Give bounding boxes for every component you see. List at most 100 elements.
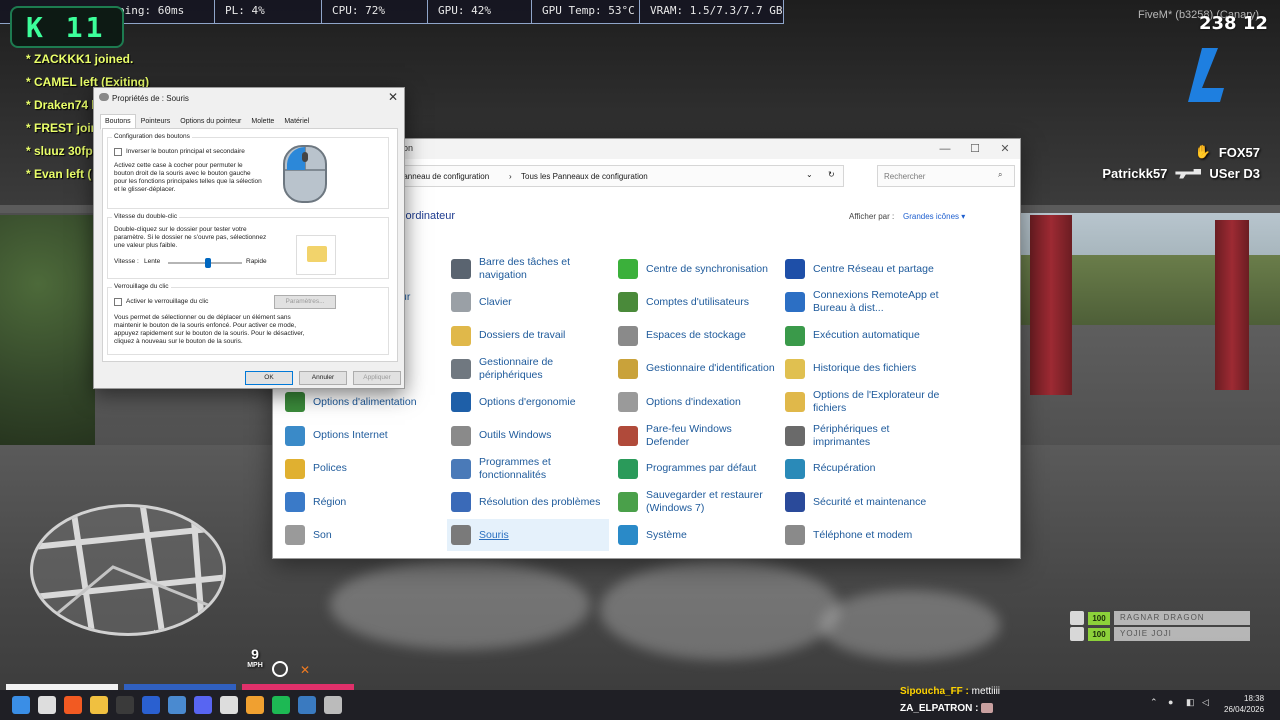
click-lock-checkbox[interactable] bbox=[114, 298, 122, 306]
cp-item-label[interactable]: Espaces de stockage bbox=[646, 329, 746, 342]
brave-icon[interactable] bbox=[64, 696, 82, 714]
cp-item-label[interactable]: Sauvegarder et restaurer (Windows 7) bbox=[646, 489, 776, 515]
cp-item-storage[interactable]: Espaces de stockage bbox=[614, 320, 776, 352]
breadcrumb-all-items[interactable]: Tous les Panneaux de configuration bbox=[521, 172, 648, 181]
search-icon[interactable]: ⌕ bbox=[998, 170, 1002, 180]
cp-item-label[interactable]: Historique des fichiers bbox=[813, 362, 916, 375]
cp-item-label[interactable]: Exécution automatique bbox=[813, 329, 920, 342]
cp-item-label[interactable]: Téléphone et modem bbox=[813, 529, 912, 542]
slider-thumb[interactable] bbox=[205, 258, 212, 268]
cp-item-users[interactable]: Comptes d'utilisateurs bbox=[614, 286, 776, 318]
double-click-speed-slider[interactable] bbox=[168, 258, 242, 268]
terminal-icon[interactable] bbox=[116, 696, 134, 714]
cp-item-label[interactable]: Centre Réseau et partage bbox=[813, 263, 934, 276]
chevron-up-icon[interactable]: ⌃ bbox=[1150, 697, 1158, 708]
cp-item-indexing[interactable]: Options d'indexation bbox=[614, 386, 776, 418]
cp-item-label[interactable]: Pare-feu Windows Defender bbox=[646, 423, 776, 449]
cp-item-label[interactable]: Résolution des problèmes bbox=[479, 496, 600, 509]
cp-item-fonts[interactable]: Polices bbox=[281, 453, 443, 485]
cp-item-mouse[interactable]: Souris bbox=[447, 519, 609, 552]
mouse-properties-dialog[interactable]: Propriétés de : Souris ✕ Boutons Pointeu… bbox=[93, 87, 405, 389]
remote-icon[interactable] bbox=[298, 696, 316, 714]
cancel-button[interactable]: Annuler bbox=[299, 371, 347, 385]
cp-item-label[interactable]: Polices bbox=[313, 462, 347, 475]
cp-item-label[interactable]: Outils Windows bbox=[479, 429, 551, 442]
cp-item-label[interactable]: Centre de synchronisation bbox=[646, 263, 768, 276]
settings-button[interactable]: Paramètres... bbox=[274, 295, 336, 309]
cp-item-tools[interactable]: Outils Windows bbox=[447, 420, 609, 452]
address-bar[interactable]: Panneau de configuration › Tous les Pann… bbox=[391, 165, 844, 187]
cp-item-sync[interactable]: Centre de synchronisation bbox=[614, 253, 776, 285]
cp-item-label[interactable]: Programmes et fonctionnalités bbox=[479, 456, 609, 482]
minimize-button[interactable]: — bbox=[933, 141, 957, 157]
cp-item-keyboard[interactable]: Clavier bbox=[447, 286, 609, 318]
cp-item-explorer-options[interactable]: Options de l'Explorateur de fichiers bbox=[781, 386, 943, 418]
cp-item-backup[interactable]: Sauvegarder et restaurer (Windows 7) bbox=[614, 486, 776, 518]
settings-icon[interactable] bbox=[220, 696, 238, 714]
cp-item-label[interactable]: Programmes par défaut bbox=[646, 462, 756, 475]
view-by-dropdown[interactable]: Grandes icônes ▾ bbox=[903, 212, 965, 221]
test-folder-icon[interactable] bbox=[296, 235, 336, 275]
close-button[interactable]: ✕ bbox=[993, 141, 1017, 157]
cp-item-workfolders[interactable]: Dossiers de travail bbox=[447, 320, 609, 352]
cp-item-region[interactable]: Région bbox=[281, 486, 443, 518]
swap-buttons-checkbox[interactable] bbox=[114, 148, 122, 156]
microphone-icon[interactable]: ● bbox=[1168, 697, 1173, 707]
cp-item-security[interactable]: Sécurité et maintenance bbox=[781, 486, 943, 518]
cp-item-filehistory[interactable]: Historique des fichiers bbox=[781, 353, 943, 385]
cp-item-label[interactable]: Périphériques et imprimantes bbox=[813, 423, 943, 449]
cp-item-label[interactable]: Clavier bbox=[479, 296, 512, 309]
cp-item-autoplay[interactable]: Exécution automatique bbox=[781, 320, 943, 352]
cp-item-label[interactable]: Comptes d'utilisateurs bbox=[646, 296, 749, 309]
close-button[interactable]: ✕ bbox=[388, 90, 398, 104]
cp-item-system[interactable]: Système bbox=[614, 519, 776, 551]
file-explorer-icon[interactable] bbox=[90, 696, 108, 714]
cp-item-label[interactable]: Options de l'Explorateur de fichiers bbox=[813, 389, 943, 415]
network-icon[interactable]: ◧ bbox=[1186, 697, 1195, 708]
volume-icon[interactable]: ◁ bbox=[1202, 697, 1209, 708]
cp-item-label[interactable]: Souris bbox=[479, 529, 509, 542]
refresh-icon[interactable]: ↻ bbox=[828, 170, 835, 179]
maximize-button[interactable]: ☐ bbox=[963, 141, 987, 157]
cp-item-internet[interactable]: Options Internet bbox=[281, 420, 443, 452]
cp-item-phone[interactable]: Téléphone et modem bbox=[781, 519, 943, 551]
clock[interactable]: 18:38 26/04/2026 bbox=[1224, 693, 1264, 715]
cp-item-label[interactable]: Récupération bbox=[813, 462, 875, 475]
ok-button[interactable]: OK bbox=[245, 371, 293, 385]
swap-buttons-label[interactable]: Inverser le bouton principal et secondai… bbox=[126, 148, 296, 156]
cp-item-firewall[interactable]: Pare-feu Windows Defender bbox=[614, 420, 776, 452]
cp-item-taskbar[interactable]: Barre des tâches et navigation bbox=[447, 253, 609, 285]
cp-item-network[interactable]: Centre Réseau et partage bbox=[781, 253, 943, 285]
cp-item-default-programs[interactable]: Programmes par défaut bbox=[614, 453, 776, 485]
mouse-icon[interactable] bbox=[324, 696, 342, 714]
cp-item-label[interactable]: Région bbox=[313, 496, 346, 509]
cp-item-programs[interactable]: Programmes et fonctionnalités bbox=[447, 453, 609, 485]
cp-item-label[interactable]: Options d'alimentation bbox=[313, 396, 417, 409]
cp-item-power[interactable]: Options d'alimentation bbox=[281, 386, 443, 418]
cp-item-troubleshoot[interactable]: Résolution des problèmes bbox=[447, 486, 609, 518]
cp-item-label[interactable]: Connexions RemoteApp et Bureau à dist... bbox=[813, 289, 943, 315]
cp-item-remote[interactable]: Connexions RemoteApp et Bureau à dist... bbox=[781, 286, 943, 318]
cp-item-label[interactable]: Barre des tâches et navigation bbox=[479, 256, 609, 282]
cp-item-printer[interactable]: Périphériques et imprimantes bbox=[781, 420, 943, 452]
cp-item-label[interactable]: Options d'ergonomie bbox=[479, 396, 576, 409]
cp-item-sound[interactable]: Son bbox=[281, 519, 443, 551]
chevron-down-icon[interactable]: ⌄ bbox=[806, 170, 813, 179]
search-input[interactable]: Rechercher ⌕ bbox=[877, 165, 1015, 187]
search-icon[interactable] bbox=[38, 696, 56, 714]
discord-icon[interactable] bbox=[194, 696, 212, 714]
cp-item-label[interactable]: Son bbox=[313, 529, 332, 542]
apply-button[interactable]: Appliquer bbox=[353, 371, 401, 385]
cp-item-recovery[interactable]: Récupération bbox=[781, 453, 943, 485]
cp-item-label[interactable]: Options Internet bbox=[313, 429, 388, 442]
cp-item-devmgr[interactable]: Gestionnaire de périphériques bbox=[447, 353, 609, 385]
breadcrumb-control-panel[interactable]: Panneau de configuration bbox=[398, 172, 489, 181]
app-icon[interactable] bbox=[142, 696, 160, 714]
cp-item-ease[interactable]: Options d'ergonomie bbox=[447, 386, 609, 418]
cp-item-label[interactable]: Gestionnaire d'identification bbox=[646, 362, 775, 375]
browser-icon[interactable] bbox=[168, 696, 186, 714]
cp-item-label[interactable]: Système bbox=[646, 529, 687, 542]
cp-item-label[interactable]: Gestionnaire de périphériques bbox=[479, 356, 609, 382]
app2-icon[interactable] bbox=[246, 696, 264, 714]
cp-item-label[interactable]: Sécurité et maintenance bbox=[813, 496, 926, 509]
